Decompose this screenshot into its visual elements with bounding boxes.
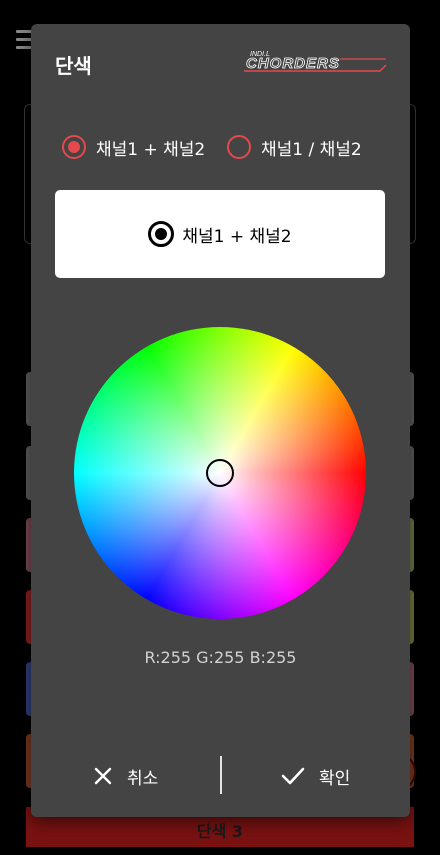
channel-radio-group: 채널1 + 채널2 채널1 / 채널2 (62, 132, 382, 162)
cancel-button[interactable]: 취소 (93, 754, 158, 798)
radio-unchecked-icon (227, 135, 251, 159)
channel-mode-selector[interactable]: 채널1 + 채널2 (55, 190, 385, 278)
radio-channel-separate[interactable]: 채널1 / 채널2 (227, 132, 362, 162)
brand-main-text: CHORDERS (246, 55, 340, 72)
dialog-title: 단색 (55, 54, 92, 78)
confirm-button[interactable]: 확인 (281, 754, 350, 798)
radio-checked-icon (62, 135, 86, 159)
radio-checked-icon (148, 221, 175, 247)
brand-logo: INDI.L CHORDERS (244, 51, 387, 72)
footer-divider (220, 756, 222, 794)
color-wheel-handle[interactable] (206, 459, 234, 487)
channel-mode-label: 채널1 + 채널2 (182, 226, 292, 247)
close-icon (94, 767, 112, 785)
radio-channel-combined-label: 채널1 + 채널2 (96, 139, 206, 160)
cancel-label: 취소 (127, 768, 159, 789)
background-bottom-label: 단색 3 (196, 822, 244, 841)
check-icon (281, 767, 305, 785)
color-dialog: 단색 INDI.L CHORDERS 채널1 + 채널2 채널1 / 채널2 채… (31, 24, 410, 817)
rgb-readout: R:255 G:255 B:255 (144, 648, 297, 667)
confirm-label: 확인 (319, 768, 351, 789)
color-wheel[interactable] (74, 327, 366, 619)
dialog-footer: 취소 확인 (31, 754, 410, 798)
radio-channel-combined[interactable]: 채널1 + 채널2 (62, 132, 205, 162)
radio-channel-separate-label: 채널1 / 채널2 (261, 139, 362, 160)
